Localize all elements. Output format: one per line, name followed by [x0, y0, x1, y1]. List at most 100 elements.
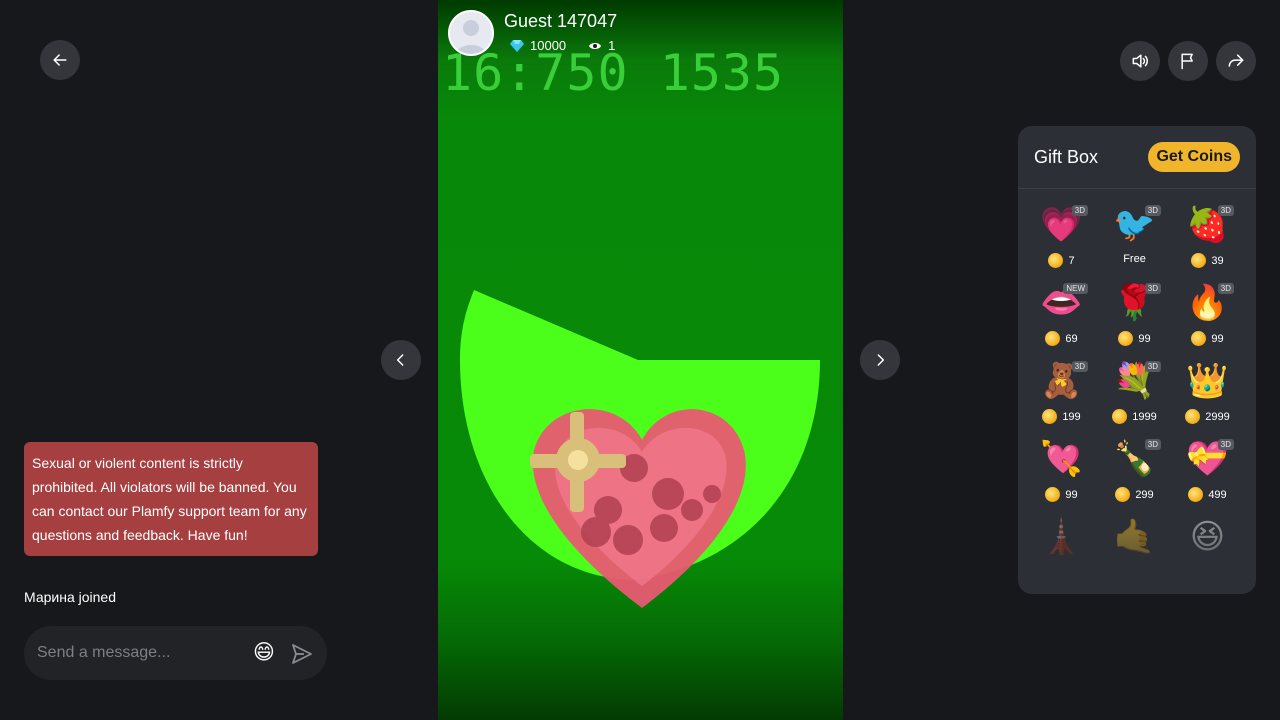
gift-price: 39 [1191, 253, 1224, 268]
coin-icon [1042, 409, 1058, 424]
gift-item[interactable]: 🧸 3D 199 [1025, 359, 1098, 437]
viewer-value: 1 [608, 38, 616, 53]
diamond-value: 10000 [530, 38, 567, 53]
gift-item[interactable]: 🤙 [1098, 515, 1171, 593]
gift-price: 7 [1048, 253, 1075, 268]
coin-icon [1115, 487, 1131, 502]
gift-price: 99 [1118, 331, 1151, 346]
coin-icon [1112, 409, 1128, 424]
video-green-shape [460, 290, 820, 608]
coin-icon [1045, 487, 1061, 502]
arrow-left-icon [53, 54, 67, 66]
live-stream-page: 16:750 1535 Guest 147047 10000 1 Sexual … [0, 0, 1280, 720]
gift-price-value: Free [1123, 253, 1146, 265]
gift-price-value: 69 [1065, 332, 1078, 345]
gift-badge: 3D [1071, 205, 1088, 216]
gift-item[interactable]: 👑 2999 [1171, 359, 1244, 437]
gift-price-value: 7 [1068, 254, 1075, 267]
coin-icon [1048, 253, 1064, 268]
gift-price-value: 499 [1208, 488, 1227, 501]
gift-price-value: 1999 [1132, 410, 1157, 423]
flag-icon [1181, 53, 1193, 70]
gift-badge: 3D [1217, 205, 1234, 216]
moderation-notice: Sexual or violent content is strictly pr… [24, 442, 318, 556]
gift-price: Free [1123, 253, 1146, 265]
gift-price: 199 [1042, 409, 1081, 424]
gift-badge: 3D [1217, 439, 1234, 450]
gift-item[interactable]: 💘 99 [1025, 437, 1098, 515]
gift-badge: 3D [1144, 283, 1161, 294]
gift-item[interactable]: 🍾 3D 299 [1098, 437, 1171, 515]
gift-badge: NEW [1063, 283, 1088, 294]
gift-price-value: 99 [1211, 332, 1224, 345]
coin-icon [1191, 253, 1207, 268]
eiffel-tower-icon: 🗼 [1040, 518, 1083, 556]
coin-icon [1188, 487, 1204, 502]
join-message: Марина joined [24, 589, 116, 605]
gift-price-value: 99 [1065, 488, 1078, 501]
gift-badge: 3D [1144, 439, 1161, 450]
gift-grid: 💗 3D 7 🐦 3D Free 🍓 3D 39 👄 NEW 69 🌹 3D 99 🔥 3D 99 🧸 3D 199 💐 3… [1018, 189, 1256, 593]
coin-icon [1185, 409, 1201, 424]
gift-box-title: Gift Box [1034, 146, 1099, 167]
viewer-count: 1 [588, 38, 615, 53]
message-input[interactable] [37, 644, 237, 662]
default-avatar-icon [450, 12, 492, 54]
get-coins-button[interactable]: Get Coins [1148, 142, 1240, 172]
chevron-left-icon [396, 354, 404, 366]
chat-input-bar: 😄 [24, 626, 327, 680]
gift-price-value: 2999 [1205, 410, 1230, 423]
sound-button[interactable] [1120, 41, 1160, 81]
avatar[interactable] [448, 10, 494, 56]
gift-price-value: 199 [1062, 410, 1081, 423]
hand-gesture-icon: 🤙 [1113, 518, 1156, 556]
gift-item[interactable]: 👄 NEW 69 [1025, 281, 1098, 359]
gift-item[interactable]: 💝 3D 499 [1171, 437, 1244, 515]
diamond-icon [510, 39, 524, 52]
streamer-name[interactable]: Guest 147047 [504, 11, 631, 32]
gift-badge: 3D [1071, 361, 1088, 372]
chevron-right-icon [877, 354, 885, 366]
gift-badge: 3D [1217, 283, 1234, 294]
video-player[interactable]: 16:750 1535 [438, 0, 843, 720]
gift-price: 99 [1191, 331, 1224, 346]
gift-item[interactable]: 😆 [1171, 515, 1244, 593]
gift-item[interactable]: 🗼 [1025, 515, 1098, 593]
diamond-count: 10000 [510, 38, 566, 53]
send-icon [292, 644, 312, 664]
gift-item[interactable]: 💐 3D 1999 [1098, 359, 1171, 437]
gift-price-value: 299 [1135, 488, 1154, 501]
gift-price-value: 39 [1211, 254, 1224, 267]
share-arrow-icon [1228, 54, 1244, 67]
emoji-button[interactable]: 😄 [251, 640, 277, 666]
back-button[interactable] [40, 40, 80, 80]
gift-price: 299 [1115, 487, 1154, 502]
eye-icon [589, 42, 602, 49]
previous-stream-button[interactable] [381, 340, 421, 380]
gift-item[interactable]: 🔥 3D 99 [1171, 281, 1244, 359]
gift-box-header: Gift Box Get Coins [1018, 126, 1256, 189]
streamer-info: Guest 147047 10000 1 [448, 10, 631, 56]
gift-item[interactable]: 💗 3D 7 [1025, 203, 1098, 281]
next-stream-button[interactable] [860, 340, 900, 380]
speaker-icon [1132, 54, 1148, 68]
share-button[interactable] [1216, 41, 1256, 81]
laughing-face-icon: 😆 [1189, 518, 1226, 556]
gift-price: 99 [1045, 487, 1078, 502]
gift-price: 1999 [1112, 409, 1157, 424]
coin-icon [1118, 331, 1134, 346]
streamer-stats: 10000 1 [504, 38, 631, 53]
gift-box-panel: Gift Box Get Coins 💗 3D 7 🐦 3D Free 🍓 3D 39 👄 NEW 6… [1018, 126, 1256, 594]
gift-badge: 3D [1144, 361, 1161, 372]
gift-price: 499 [1188, 487, 1227, 502]
gift-badge: 3D [1144, 205, 1161, 216]
heart-arrow-icon: 💘 [1040, 440, 1083, 478]
tiara-icon: 👑 [1186, 362, 1229, 400]
report-button[interactable] [1168, 41, 1208, 81]
gift-item[interactable]: 🍓 3D 39 [1171, 203, 1244, 281]
gift-item[interactable]: 🌹 3D 99 [1098, 281, 1171, 359]
coin-icon [1191, 331, 1207, 346]
send-button[interactable] [290, 642, 314, 666]
gift-price-value: 99 [1138, 332, 1151, 345]
gift-item[interactable]: 🐦 3D Free [1098, 203, 1171, 281]
